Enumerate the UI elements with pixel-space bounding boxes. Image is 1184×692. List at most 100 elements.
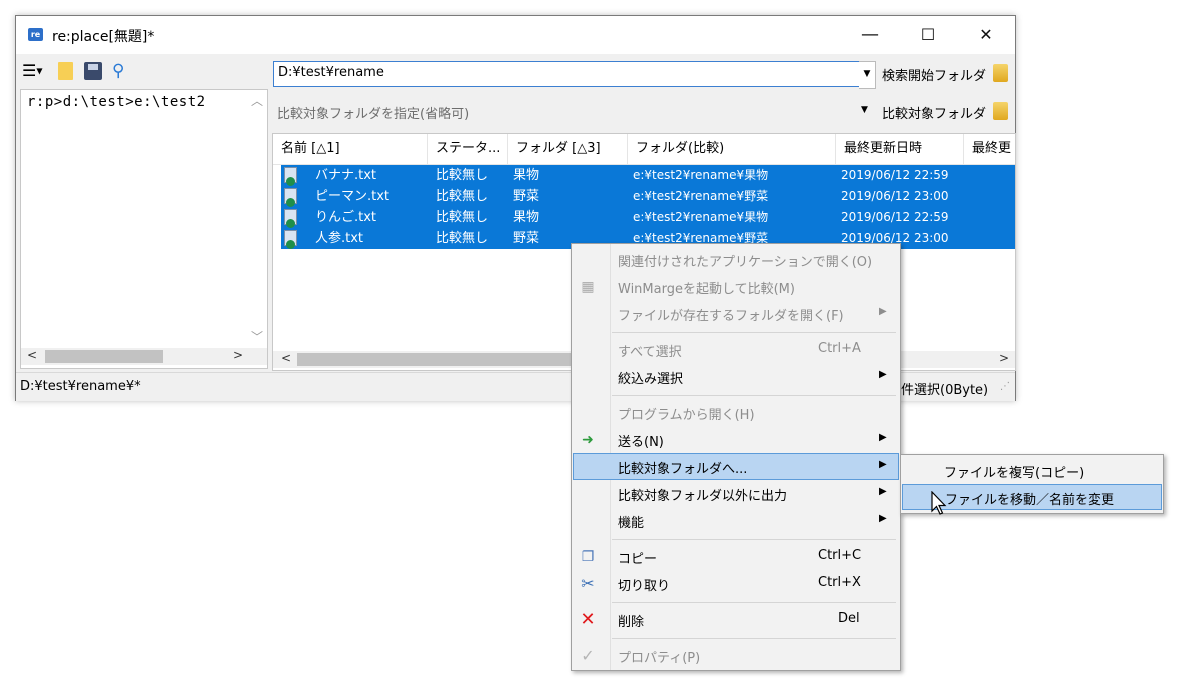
compare-folder-button[interactable]: 比較対象フォルダ bbox=[882, 103, 986, 122]
folder-icon[interactable] bbox=[993, 102, 1008, 120]
file-name: りんご.txt bbox=[315, 210, 377, 225]
file-compare-folder: e:¥test2¥rename¥果物 bbox=[633, 168, 769, 182]
file-icon bbox=[284, 188, 297, 207]
file-status: 比較無し bbox=[436, 168, 489, 183]
file-status: 比較無し bbox=[436, 210, 489, 225]
submenu-item-label: ファイルを複写(コピー) bbox=[944, 466, 1085, 481]
file-folder: 野菜 bbox=[513, 189, 540, 204]
menu-separator bbox=[612, 332, 896, 333]
file-name: 人参.txt bbox=[315, 231, 364, 246]
scroll-right-icon[interactable]: > bbox=[233, 348, 243, 362]
status-path: D:¥test¥rename¥* bbox=[20, 379, 141, 394]
resize-grip-icon[interactable]: ⋰ bbox=[1000, 381, 1010, 392]
menu-separator bbox=[612, 638, 896, 639]
menu-item-to-compare-folder[interactable]: 比較対象フォルダへ... ▶ bbox=[573, 453, 899, 480]
search-path-value: D:¥test¥rename bbox=[278, 65, 384, 80]
save-icon[interactable] bbox=[84, 62, 102, 80]
scroll-thumb[interactable] bbox=[297, 353, 577, 366]
file-modified: 2019/06/12 22:59 bbox=[841, 210, 949, 224]
menu-item-winmerge[interactable]: ▦ WinMargeを起動して比較(M) bbox=[574, 273, 898, 300]
menu-item-label: プロパティ(P) bbox=[618, 651, 701, 666]
column-header-compare-folder[interactable]: フォルダ(比較) bbox=[628, 134, 836, 164]
minimize-button[interactable]: — bbox=[841, 16, 899, 54]
column-header-modified-2[interactable]: 最終更 bbox=[964, 134, 1015, 164]
table-row[interactable]: ピーマン.txt 比較無し 野菜 e:¥test2¥rename¥野菜 2019… bbox=[281, 186, 1015, 207]
file-name: バナナ.txt bbox=[315, 168, 377, 183]
scroll-thumb[interactable] bbox=[45, 350, 163, 363]
menu-item-label: ファイルが存在するフォルダを開く(F) bbox=[618, 309, 844, 324]
file-modified: 2019/06/12 22:59 bbox=[841, 168, 949, 182]
menu-icon[interactable]: ☰▼ bbox=[22, 61, 43, 81]
menu-item-open-associated[interactable]: 関連付けされたアプリケーションで開く(O) bbox=[574, 246, 898, 273]
compare-path-dropdown[interactable]: ▼ bbox=[861, 105, 868, 115]
send-to-icon: ➜ bbox=[582, 432, 594, 448]
list-header: 名前 [△1] ステータ... フォルダ [△3] フォルダ(比較) 最終更新日… bbox=[273, 134, 1015, 165]
status-ok-icon bbox=[286, 198, 295, 207]
menu-item-cut[interactable]: ✂ 切り取り Ctrl+X bbox=[574, 570, 898, 597]
column-header-status[interactable]: ステータ... bbox=[428, 134, 508, 164]
file-name: ピーマン.txt bbox=[315, 189, 390, 204]
column-header-modified[interactable]: 最終更新日時 bbox=[836, 134, 964, 164]
menu-item-functions[interactable]: 機能 ▶ bbox=[574, 507, 898, 534]
window-title: re:place[無題]* bbox=[52, 29, 155, 45]
file-icon bbox=[284, 167, 297, 186]
delete-icon: ✕ bbox=[580, 609, 596, 630]
menu-separator bbox=[612, 395, 896, 396]
menu-item-label: 切り取り bbox=[618, 579, 671, 594]
column-header-folder[interactable]: フォルダ [△3] bbox=[508, 134, 628, 164]
menu-item-copy[interactable]: ❐ コピー Ctrl+C bbox=[574, 543, 898, 570]
menu-item-label: プログラムから開く(H) bbox=[618, 408, 755, 423]
file-folder: 果物 bbox=[513, 168, 540, 183]
command-pane[interactable]: r:p>d:\test>e:\test2 ︿ ﹀ < > bbox=[20, 89, 268, 369]
folder-icon[interactable] bbox=[993, 64, 1008, 82]
table-row[interactable]: バナナ.txt 比較無し 果物 e:¥test2¥rename¥果物 2019/… bbox=[281, 165, 1015, 186]
search-path-dropdown[interactable]: ▼ bbox=[859, 61, 876, 89]
file-icon bbox=[284, 209, 297, 228]
close-button[interactable]: ✕ bbox=[957, 16, 1015, 54]
menu-item-send-to[interactable]: ➜ 送る(N) ▶ bbox=[574, 426, 898, 453]
menu-item-label: 機能 bbox=[618, 516, 645, 531]
maximize-button[interactable]: ☐ bbox=[899, 16, 957, 54]
command-line[interactable]: r:p>d:\test>e:\test2 bbox=[27, 94, 206, 110]
title-bar[interactable]: re re:place[無題]* — ☐ ✕ bbox=[16, 16, 1015, 54]
winmerge-icon: ▦ bbox=[581, 279, 595, 295]
scroll-down-icon[interactable]: ﹀ bbox=[251, 328, 263, 345]
submenu-arrow-icon: ▶ bbox=[879, 459, 887, 470]
menu-item-open-folder[interactable]: ファイルが存在するフォルダを開く(F) ▶ bbox=[574, 300, 898, 327]
column-header-name[interactable]: 名前 [△1] bbox=[273, 134, 428, 164]
status-ok-icon bbox=[286, 240, 295, 249]
file-status: 比較無し bbox=[436, 231, 489, 246]
file-folder: 野菜 bbox=[513, 231, 540, 246]
menu-item-properties[interactable]: ✓ プロパティ(P) bbox=[574, 642, 898, 669]
menu-item-shortcut: Ctrl+A bbox=[818, 341, 861, 356]
submenu-arrow-icon: ▶ bbox=[879, 486, 887, 497]
submenu-item-copy-file[interactable]: ファイルを複写(コピー) bbox=[903, 458, 1161, 482]
search-path-input[interactable]: D:¥test¥rename bbox=[273, 61, 860, 87]
submenu-arrow-icon: ▶ bbox=[879, 432, 887, 443]
file-icon bbox=[284, 230, 297, 249]
menu-item-label: 削除 bbox=[618, 615, 645, 630]
submenu-arrow-icon: ▶ bbox=[879, 513, 887, 524]
scroll-right-icon[interactable]: > bbox=[999, 351, 1009, 365]
scroll-up-icon[interactable]: ︿ bbox=[251, 92, 263, 109]
left-horizontal-scrollbar[interactable]: < > bbox=[21, 348, 267, 365]
new-file-icon[interactable] bbox=[58, 62, 73, 80]
context-menu: 関連付けされたアプリケーションで開く(O) ▦ WinMargeを起動して比較(… bbox=[571, 243, 901, 671]
scroll-left-icon[interactable]: < bbox=[27, 348, 37, 362]
submenu-item-label: ファイルを移動／名前を変更 bbox=[945, 493, 1115, 508]
menu-item-filter-select[interactable]: 絞込み選択 ▶ bbox=[574, 363, 898, 390]
menu-item-label: 絞込み選択 bbox=[618, 372, 684, 387]
cut-icon: ✂ bbox=[581, 574, 595, 593]
check-icon: ✓ bbox=[581, 646, 595, 665]
file-compare-folder: e:¥test2¥rename¥果物 bbox=[633, 210, 769, 224]
menu-item-output-other[interactable]: 比較対象フォルダ以外に出力 ▶ bbox=[574, 480, 898, 507]
search-icon[interactable]: ⚲ bbox=[112, 61, 132, 81]
menu-item-open-with[interactable]: プログラムから開く(H) bbox=[574, 399, 898, 426]
scroll-left-icon[interactable]: < bbox=[281, 351, 291, 365]
menu-item-select-all[interactable]: すべて選択 Ctrl+A bbox=[574, 336, 898, 363]
menu-item-delete[interactable]: ✕ 削除 Del bbox=[574, 606, 898, 633]
status-ok-icon bbox=[286, 177, 295, 186]
compare-path-input[interactable]: 比較対象フォルダを指定(省略可) ▼ bbox=[273, 99, 877, 125]
table-row[interactable]: りんご.txt 比較無し 果物 e:¥test2¥rename¥果物 2019/… bbox=[281, 207, 1015, 228]
search-folder-button[interactable]: 検索開始フォルダ bbox=[882, 65, 986, 84]
